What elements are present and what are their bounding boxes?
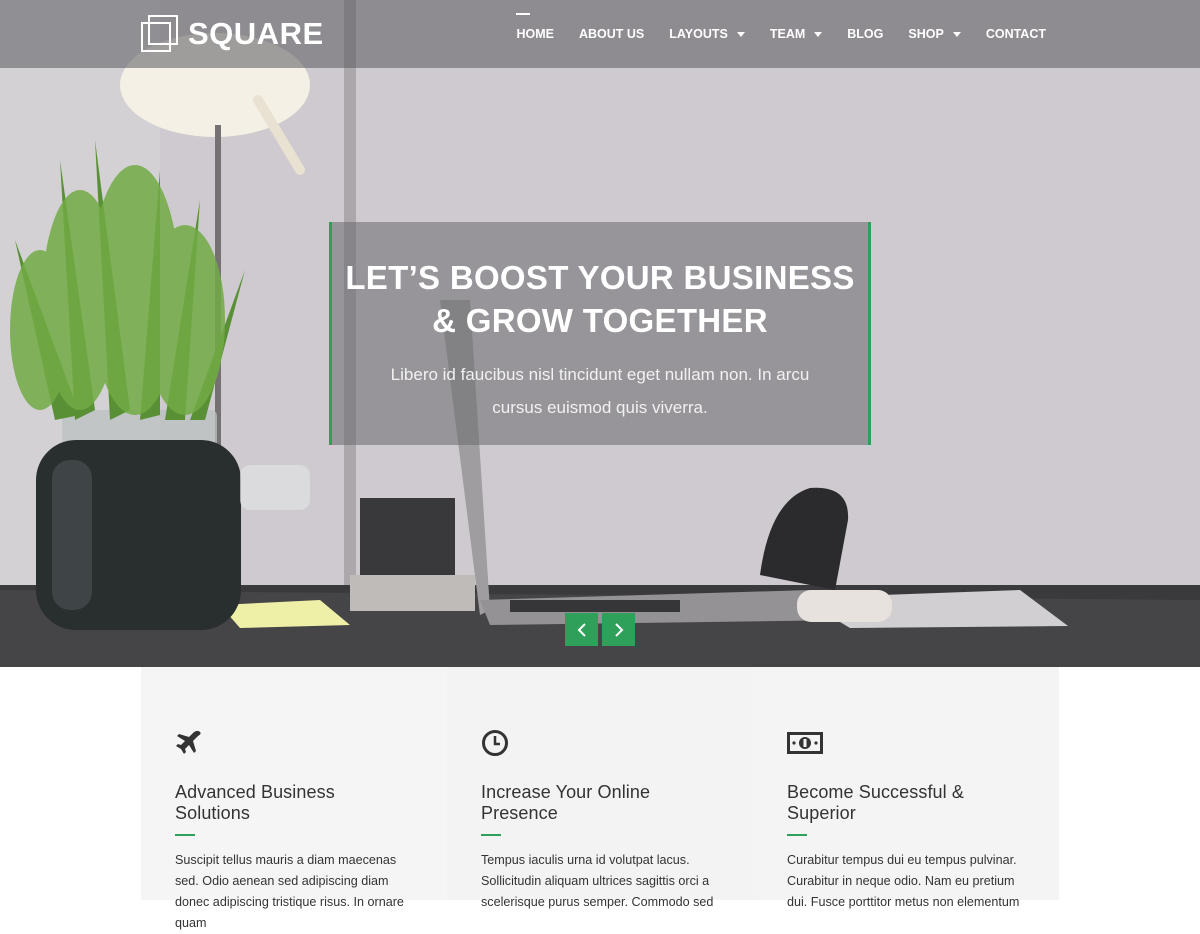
nav-blog[interactable]: BLOG (847, 27, 883, 41)
nav-shop[interactable]: SHOP (908, 27, 961, 41)
hero-title: LET’S BOOST YOUR BUSINESS & GROW TOGETHE… (332, 256, 868, 342)
feature-card: Advanced Business Solutions Suscipit tel… (141, 667, 447, 930)
nav-label: SHOP (908, 27, 944, 41)
caret-down-icon (736, 32, 745, 37)
feature-title-underline (175, 834, 195, 836)
feature-text: Tempus iaculis urna id volutpat lacus. S… (481, 853, 714, 909)
hero-caption: LET’S BOOST YOUR BUSINESS & GROW TOGETHE… (329, 222, 871, 445)
nav-home[interactable]: HOME (516, 13, 554, 41)
nav-label: ABOUT US (578, 27, 645, 41)
main-navigation: HOME ABOUT US LAYOUTS TEAM BLOG SHOP CON… (491, 0, 1046, 68)
caret-down-icon (952, 32, 961, 37)
chevron-left-icon (577, 622, 586, 637)
money-icon (787, 732, 823, 754)
nav-label: CONTACT (985, 27, 1046, 41)
feature-title: Increase Your Online Presence (481, 782, 651, 823)
nav-label: BLOG (847, 27, 884, 41)
feature-title-underline (481, 834, 501, 836)
airplane-icon (176, 730, 201, 754)
feature-title: Advanced Business Solutions (175, 782, 335, 823)
nav-layouts[interactable]: LAYOUTS (669, 27, 745, 41)
feature-text: Curabitur tempus dui eu tempus pulvinar.… (787, 853, 1020, 909)
hero-slider: SQUARE HOME ABOUT US LAYOUTS TEAM BLOG S… (0, 0, 1200, 667)
feature-title: Become Successful & Superior (787, 782, 964, 823)
slider-next-button[interactable] (602, 613, 635, 646)
feature-card: Increase Your Online Presence Tempus iac… (447, 667, 753, 909)
caret-down-icon (814, 32, 823, 37)
feature-text: Suscipit tellus mauris a diam maecenas s… (175, 853, 404, 930)
logo-icon (141, 15, 179, 53)
site-logo[interactable]: SQUARE (141, 14, 324, 54)
clock-icon (482, 730, 508, 756)
nav-team[interactable]: TEAM (769, 27, 823, 41)
nav-label: TEAM (769, 27, 806, 41)
feature-title-underline (787, 834, 807, 836)
hero-title-line1: LET’S BOOST YOUR BUSINESS (345, 259, 855, 296)
hero-title-line2: & GROW TOGETHER (432, 302, 768, 339)
nav-label: LAYOUTS (669, 27, 728, 41)
nav-about-us[interactable]: ABOUT US (579, 27, 644, 41)
logo-text: SQUARE (188, 16, 324, 51)
slider-prev-button[interactable] (565, 613, 598, 646)
feature-card: Become Successful & Superior Curabitur t… (753, 667, 1059, 909)
nav-label: HOME (516, 27, 554, 41)
hero-subtitle: Libero id faucibus nisl tincidunt eget n… (390, 365, 810, 417)
site-header: SQUARE HOME ABOUT US LAYOUTS TEAM BLOG S… (0, 0, 1200, 68)
chevron-right-icon (614, 622, 623, 637)
features-section: Advanced Business Solutions Suscipit tel… (141, 667, 1059, 930)
nav-contact[interactable]: CONTACT (986, 27, 1046, 41)
